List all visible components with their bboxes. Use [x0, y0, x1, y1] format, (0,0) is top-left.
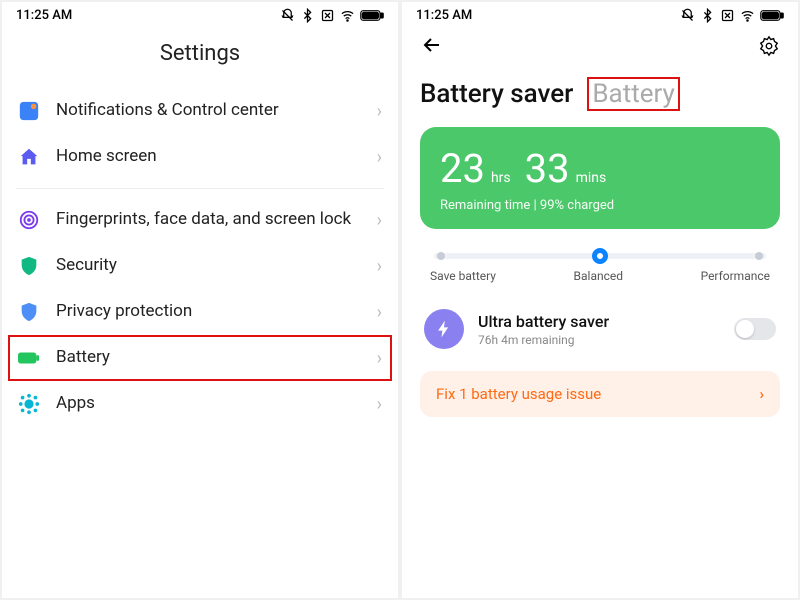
settings-item-security[interactable]: Security ›: [16, 243, 384, 289]
battery-icon: [360, 8, 384, 23]
hours-unit: hrs: [491, 170, 511, 186]
settings-item-privacy[interactable]: Privacy protection ›: [16, 289, 384, 335]
settings-screen: 11:25 AM Settings Notifications & Contro…: [2, 2, 398, 598]
settings-item-label: Home screen: [56, 146, 361, 167]
tab-battery-saver[interactable]: Battery saver: [420, 79, 573, 109]
chevron-right-icon: ›: [377, 101, 382, 122]
notification-icon: [18, 100, 40, 122]
divider: [16, 188, 384, 189]
ultra-toggle[interactable]: [734, 318, 776, 340]
shield-icon: [18, 255, 40, 277]
remaining-time: 23 hrs 33 mins: [440, 145, 760, 192]
settings-item-notifications[interactable]: Notifications & Control center ›: [16, 88, 384, 134]
battery-sub: Remaining time | 99% charged: [440, 198, 760, 213]
warn-text: Fix 1 battery usage issue: [436, 385, 601, 403]
settings-list: Notifications & Control center › Home sc…: [2, 88, 398, 427]
top-bar: [402, 25, 798, 63]
home-icon: [18, 146, 40, 168]
toggle-knob: [736, 320, 754, 338]
settings-item-home[interactable]: Home screen ›: [16, 134, 384, 180]
no-sim-icon: [720, 8, 735, 23]
slider-stop-save[interactable]: [437, 252, 445, 260]
mode-labels: Save battery Balanced Performance: [430, 269, 770, 287]
bluetooth-icon: [700, 8, 715, 23]
settings-item-label: Battery: [56, 347, 361, 368]
settings-item-fingerprint[interactable]: Fingerprints, face data, and screen lock…: [16, 197, 384, 243]
settings-item-label: Notifications & Control center: [56, 100, 361, 121]
gear-icon: [758, 35, 780, 57]
slider-stop-balanced[interactable]: [592, 248, 608, 264]
status-icons: [680, 8, 784, 23]
no-sim-icon: [320, 8, 335, 23]
settings-item-apps[interactable]: Apps ›: [16, 381, 384, 427]
chevron-right-icon: ›: [377, 348, 382, 369]
apps-icon: [18, 393, 40, 415]
mins-unit: mins: [576, 170, 607, 186]
battery-icon: [760, 8, 784, 23]
dnd-icon: [280, 8, 295, 23]
bolt-icon: [434, 319, 454, 339]
mins-value: 33: [525, 145, 570, 192]
page-title: Settings: [2, 25, 398, 88]
tab-battery[interactable]: Battery: [587, 77, 679, 111]
wifi-icon: [740, 8, 755, 23]
arrow-left-icon: [420, 33, 444, 57]
battery-screen: 11:25 AM Battery saver Battery 23 hrs 33…: [402, 2, 798, 598]
ultra-title: Ultra battery saver: [478, 312, 720, 331]
battery-card: 23 hrs 33 mins Remaining time | 99% char…: [420, 127, 780, 229]
mode-label-performance: Performance: [701, 269, 770, 283]
mode-label-save: Save battery: [430, 269, 496, 283]
battery-item-icon: [18, 347, 40, 369]
chevron-right-icon: ›: [377, 147, 382, 168]
chevron-right-icon: ›: [377, 394, 382, 415]
wifi-icon: [340, 8, 355, 23]
chevron-right-icon: ›: [377, 210, 382, 231]
dnd-icon: [680, 8, 695, 23]
settings-item-battery[interactable]: Battery ›: [8, 335, 392, 381]
slider-stop-performance[interactable]: [755, 252, 763, 260]
slider-track: [434, 253, 766, 259]
privacy-icon: [18, 301, 40, 323]
status-time: 11:25 AM: [16, 8, 72, 23]
settings-item-label: Privacy protection: [56, 301, 361, 322]
back-button[interactable]: [420, 33, 444, 63]
mode-slider[interactable]: Save battery Balanced Performance: [402, 229, 798, 295]
ultra-battery-row[interactable]: Ultra battery saver 76h 4m remaining: [402, 295, 798, 363]
ultra-sub: 76h 4m remaining: [478, 333, 720, 347]
settings-item-label: Apps: [56, 393, 361, 414]
chevron-right-icon: ›: [377, 256, 382, 277]
status-time: 11:25 AM: [416, 8, 472, 23]
hours-value: 23: [440, 145, 485, 192]
ultra-text: Ultra battery saver 76h 4m remaining: [478, 312, 720, 347]
settings-button[interactable]: [758, 35, 780, 61]
status-icons: [280, 8, 384, 23]
settings-item-label: Fingerprints, face data, and screen lock: [56, 209, 361, 230]
status-bar: 11:25 AM: [2, 2, 398, 25]
battery-issue-row[interactable]: Fix 1 battery usage issue ›: [420, 371, 780, 417]
fingerprint-icon: [18, 209, 40, 231]
chevron-right-icon: ›: [377, 302, 382, 323]
mode-label-balanced: Balanced: [574, 269, 624, 283]
tabs: Battery saver Battery: [402, 63, 798, 127]
chevron-right-icon: ›: [759, 385, 764, 403]
settings-item-label: Security: [56, 255, 361, 276]
bluetooth-icon: [300, 8, 315, 23]
status-bar: 11:25 AM: [402, 2, 798, 25]
bolt-badge: [424, 309, 464, 349]
